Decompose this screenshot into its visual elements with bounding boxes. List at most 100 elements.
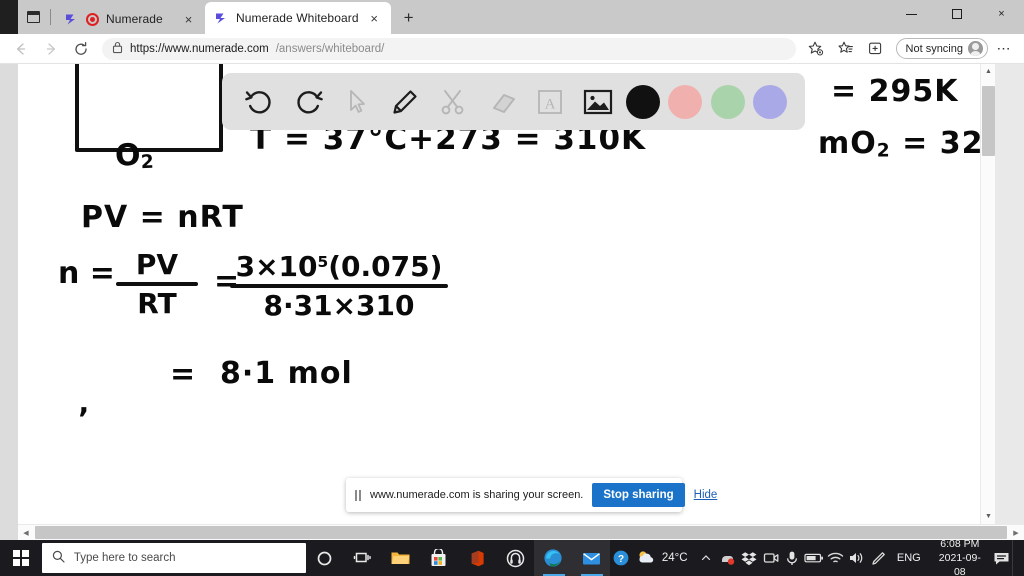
- headphones-app-icon[interactable]: [496, 540, 534, 576]
- scroll-right-arrow-icon[interactable]: ▶: [1008, 525, 1024, 541]
- cursor-select-icon[interactable]: [337, 82, 377, 122]
- windows-taskbar: Type here to search ? 24°C ENG 6:08 PM 2…: [0, 537, 1024, 576]
- scissors-icon[interactable]: [433, 82, 473, 122]
- fraction-denominator: RT: [137, 287, 177, 320]
- show-desktop-button[interactable]: [1012, 540, 1020, 576]
- whiteboard-canvas[interactable]: O2 T = 37°C+273 = 310K = 295K mO2 = 32g/…: [18, 64, 995, 524]
- browser-tab-numerade-whiteboard[interactable]: Numerade Whiteboard ×: [205, 2, 391, 34]
- search-icon: [52, 550, 65, 566]
- horizontal-scrollbar-thumb[interactable]: [35, 526, 1007, 539]
- handwriting-moles-lhs: n =: [58, 256, 115, 291]
- close-tab-icon[interactable]: ×: [366, 10, 383, 27]
- color-black[interactable]: [626, 84, 661, 119]
- tab-title: Numerade: [106, 12, 163, 26]
- maximize-button[interactable]: [934, 0, 979, 28]
- task-view-icon[interactable]: [344, 540, 382, 576]
- add-favorite-icon[interactable]: [802, 36, 830, 62]
- browser-window: Numerade × Numerade Whiteboard × + × htt…: [0, 0, 1024, 576]
- new-tab-button[interactable]: +: [395, 4, 423, 32]
- tab-separator: [50, 9, 51, 25]
- clock[interactable]: 6:08 PM 2021-09-08: [929, 537, 991, 576]
- action-center-icon[interactable]: [991, 540, 1012, 576]
- redo-icon[interactable]: [288, 82, 328, 122]
- microphone-icon[interactable]: [781, 540, 802, 576]
- weather-temperature: 24°C: [661, 552, 688, 564]
- image-icon[interactable]: [578, 82, 618, 122]
- close-window-button[interactable]: ×: [979, 0, 1024, 28]
- language-indicator[interactable]: ENG: [889, 552, 929, 564]
- weather-widget[interactable]: 24°C: [632, 549, 696, 568]
- pause-icon[interactable]: [355, 489, 361, 501]
- fraction-numerator: PV: [135, 248, 179, 281]
- stop-sharing-button[interactable]: Stop sharing: [592, 483, 685, 507]
- collections-icon[interactable]: [862, 36, 890, 62]
- fraction-numerator: 3×105(0.075): [235, 250, 443, 283]
- vertical-scrollbar[interactable]: ▲ ▼: [980, 64, 995, 524]
- svg-text:A: A: [544, 96, 555, 112]
- handwriting-temperature-right: = 295K: [831, 74, 959, 109]
- dropbox-icon[interactable]: [738, 540, 759, 576]
- handwriting-result-equals: =: [170, 357, 196, 392]
- hide-sharing-bar-link[interactable]: Hide: [694, 489, 718, 501]
- avatar: [968, 41, 983, 56]
- taskbar-search-box[interactable]: Type here to search: [41, 543, 306, 573]
- handwriting-ideal-gas-law: PV = nRT: [81, 200, 244, 235]
- tab-actions-button[interactable]: [18, 0, 48, 34]
- back-button[interactable]: [6, 36, 36, 62]
- navigation-bar: https://www.numerade.com/answers/whitebo…: [0, 34, 1024, 64]
- microsoft-edge-icon[interactable]: [534, 540, 573, 576]
- close-tab-icon[interactable]: ×: [180, 11, 197, 28]
- scroll-down-arrow-icon[interactable]: ▼: [981, 509, 995, 524]
- profile-button[interactable]: Not syncing: [895, 38, 988, 59]
- text-icon[interactable]: A: [530, 82, 570, 122]
- vertical-scrollbar-thumb[interactable]: [982, 86, 995, 156]
- partly-cloudy-icon: [636, 549, 656, 568]
- scroll-up-arrow-icon[interactable]: ▲: [981, 64, 995, 79]
- profile-label: Not syncing: [905, 42, 963, 55]
- color-green[interactable]: [710, 84, 745, 119]
- address-bar[interactable]: https://www.numerade.com/answers/whitebo…: [102, 37, 796, 60]
- clock-date: 2021-09-08: [938, 551, 981, 576]
- horizontal-scrollbar[interactable]: ◀ ▶: [18, 524, 1024, 540]
- wifi-icon[interactable]: [824, 540, 845, 576]
- eraser-icon[interactable]: [481, 82, 521, 122]
- reload-button[interactable]: [66, 36, 96, 62]
- office-icon[interactable]: [458, 540, 496, 576]
- color-purple[interactable]: [752, 84, 787, 119]
- forward-button[interactable]: [36, 36, 66, 62]
- tab-strip: Numerade × Numerade Whiteboard × + ×: [0, 0, 1024, 34]
- help-icon[interactable]: ?: [610, 540, 631, 576]
- pen-icon[interactable]: [867, 540, 888, 576]
- numerade-logo-icon: [64, 12, 79, 27]
- whiteboard-toolbar: A: [222, 73, 805, 130]
- microsoft-store-icon[interactable]: [420, 540, 458, 576]
- pencil-icon[interactable]: [385, 82, 425, 122]
- window-left-edge: [0, 0, 18, 34]
- favorites-list-icon[interactable]: [832, 36, 860, 62]
- notification-red-icon[interactable]: [717, 540, 738, 576]
- mail-icon[interactable]: [572, 540, 611, 576]
- cortana-circle-icon[interactable]: [306, 540, 344, 576]
- scroll-left-arrow-icon[interactable]: ◀: [18, 525, 34, 541]
- undo-icon[interactable]: [240, 82, 280, 122]
- screen-sharing-bar: www.numerade.com is sharing your screen.…: [346, 478, 717, 512]
- browser-tab-numerade[interactable]: Numerade ×: [55, 4, 205, 34]
- webcam-icon[interactable]: [760, 540, 781, 576]
- chevron-up-icon[interactable]: [696, 540, 717, 576]
- battery-icon[interactable]: [803, 540, 824, 576]
- handwriting-molar-mass: mO2 = 32g/mol: [818, 126, 995, 162]
- page-left-gutter: [0, 64, 18, 540]
- handwriting-gas-label: O2: [114, 137, 155, 174]
- handwriting-result-value: 8·1 mol: [220, 356, 353, 391]
- settings-and-more-button[interactable]: ⋯: [990, 37, 1018, 61]
- file-explorer-icon[interactable]: [382, 540, 420, 576]
- handwriting-stray-mark: ’: [78, 402, 90, 437]
- handwriting-fraction-pv-rt: PV RT: [116, 248, 198, 320]
- minimize-button[interactable]: [889, 0, 934, 28]
- volume-icon[interactable]: [846, 540, 867, 576]
- fraction-denominator: 8·31×310: [263, 289, 415, 322]
- clock-time: 6:08 PM: [940, 537, 980, 550]
- start-button[interactable]: [0, 540, 42, 576]
- system-tray: ? 24°C ENG 6:08 PM 2021-09-08: [610, 537, 1024, 576]
- color-pink[interactable]: [668, 84, 703, 119]
